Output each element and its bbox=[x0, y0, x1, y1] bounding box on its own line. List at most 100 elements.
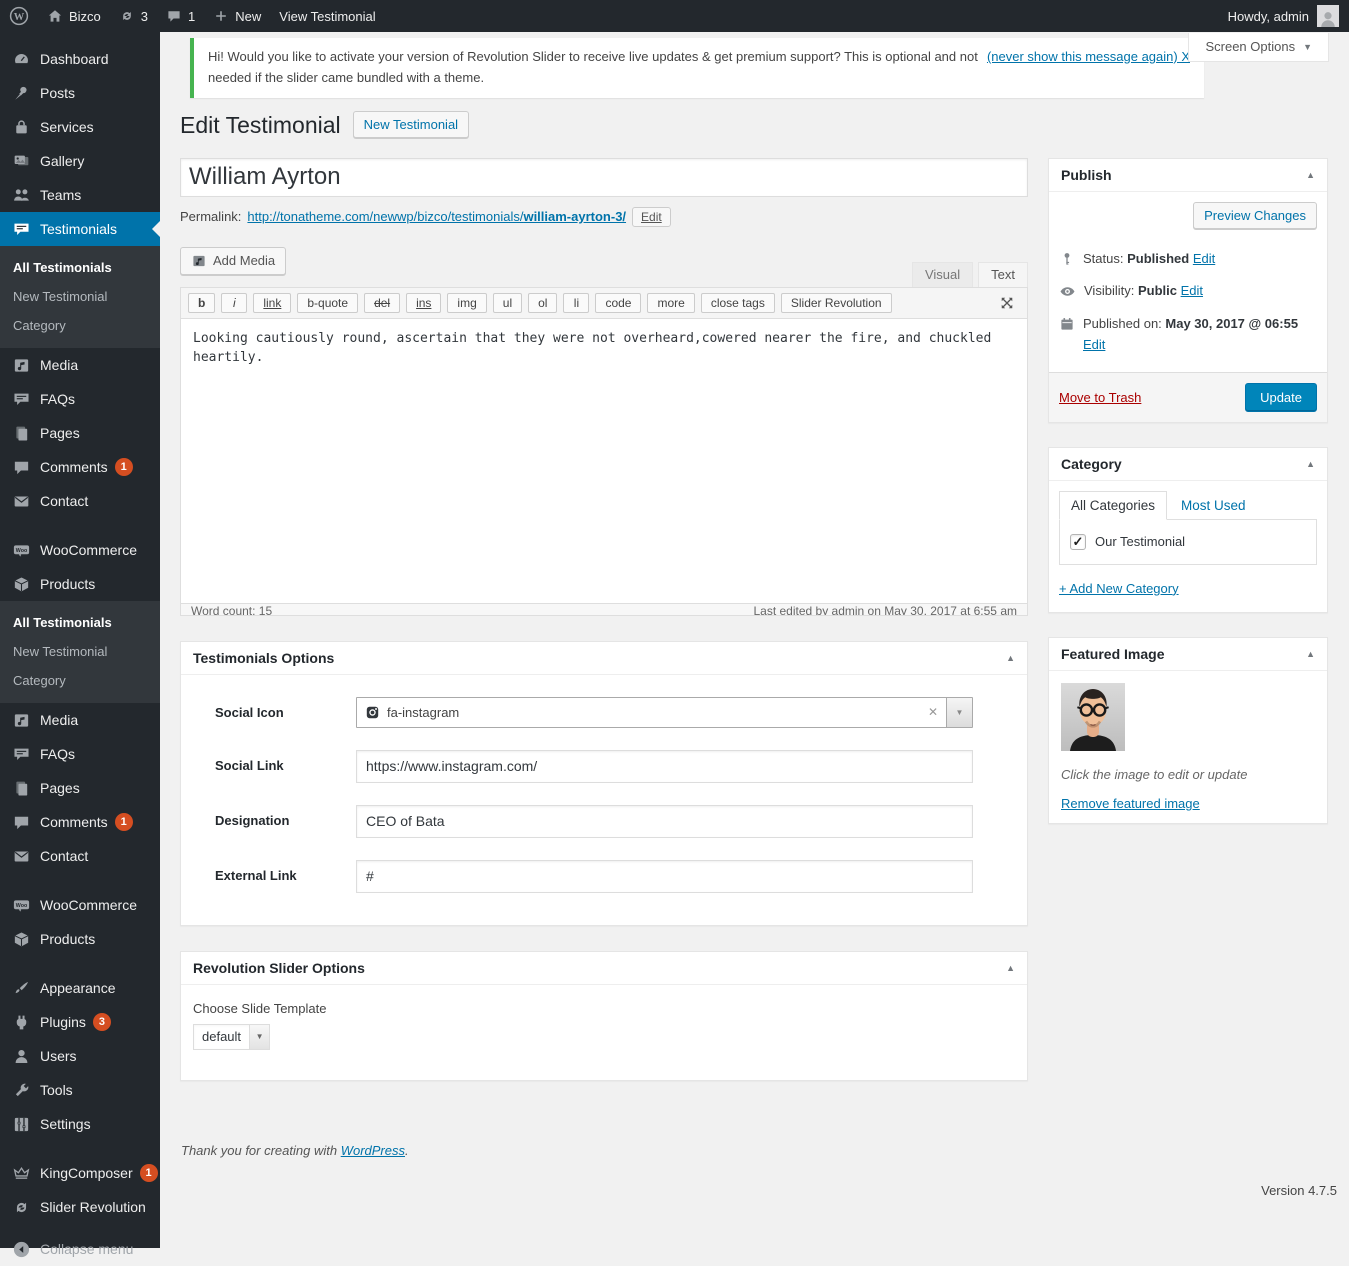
edit-permalink-button[interactable]: Edit bbox=[632, 207, 671, 227]
add-new-category-link[interactable]: + Add New Category bbox=[1059, 581, 1179, 596]
featured-image-header[interactable]: Featured Image ▲ bbox=[1049, 638, 1327, 671]
sidebar-item-category[interactable]: Category bbox=[0, 666, 160, 695]
slider-revolution-button[interactable]: Slider Revolution bbox=[781, 293, 892, 313]
sidebar-item-products[interactable]: Products bbox=[0, 922, 160, 956]
link-button[interactable]: link bbox=[253, 293, 291, 313]
img-button[interactable]: img bbox=[447, 293, 486, 313]
revolution-slider-options-header[interactable]: Revolution Slider Options ▲ bbox=[181, 952, 1027, 985]
brush-icon bbox=[12, 979, 31, 998]
blockquote-button[interactable]: b-quote bbox=[297, 293, 358, 313]
tab-all-categories[interactable]: All Categories bbox=[1059, 491, 1167, 520]
close-tags-button[interactable]: close tags bbox=[701, 293, 775, 313]
collapse-toggle-icon[interactable]: ▲ bbox=[1006, 963, 1015, 973]
collapse-toggle-icon[interactable]: ▲ bbox=[1306, 459, 1315, 469]
admin-bar-comments[interactable]: 1 bbox=[157, 0, 204, 32]
sidebar-item-category[interactable]: Category bbox=[0, 311, 160, 340]
sidebar-item-gallery[interactable]: Gallery bbox=[0, 144, 160, 178]
tab-text[interactable]: Text bbox=[978, 262, 1028, 287]
category-checkbox[interactable]: ✓ bbox=[1070, 534, 1086, 550]
move-to-trash-link[interactable]: Move to Trash bbox=[1059, 390, 1141, 405]
remove-featured-image-link[interactable]: Remove featured image bbox=[1061, 796, 1200, 811]
sidebar-item-tools[interactable]: Tools bbox=[0, 1073, 160, 1107]
edit-published-link[interactable]: Edit bbox=[1083, 337, 1105, 352]
sidebar-item-all-testimonials[interactable]: All Testimonials bbox=[0, 253, 160, 282]
external-link-input[interactable] bbox=[356, 860, 973, 893]
edit-status-link[interactable]: Edit bbox=[1193, 251, 1215, 266]
chevron-down-icon: ▼ bbox=[956, 708, 964, 717]
never-show-again-link[interactable]: (never show this message again) X bbox=[987, 47, 1190, 68]
featured-image-thumbnail[interactable] bbox=[1061, 683, 1125, 751]
sidebar-item-services[interactable]: Services bbox=[0, 110, 160, 144]
tab-visual[interactable]: Visual bbox=[912, 262, 973, 287]
del-button[interactable]: del bbox=[364, 293, 400, 313]
admin-bar-site-name[interactable]: Bizco bbox=[38, 0, 110, 32]
social-link-input[interactable] bbox=[356, 750, 973, 783]
testimonials-options-header[interactable]: Testimonials Options ▲ bbox=[181, 642, 1027, 675]
permalink-link[interactable]: http://tonatheme.com/newwp/bizco/testimo… bbox=[247, 209, 626, 224]
post-title-input[interactable] bbox=[180, 158, 1028, 197]
designation-input[interactable] bbox=[356, 805, 973, 838]
slide-template-select[interactable]: default ▼ bbox=[193, 1024, 270, 1050]
tab-most-used[interactable]: Most Used bbox=[1167, 492, 1260, 519]
sidebar-item-kingcomposer[interactable]: KingComposer1 bbox=[0, 1156, 160, 1190]
sidebar-item-all-testimonials[interactable]: All Testimonials bbox=[0, 608, 160, 637]
li-button[interactable]: li bbox=[563, 293, 589, 313]
collapse-toggle-icon[interactable]: ▲ bbox=[1006, 653, 1015, 663]
sidebar-item-testimonials[interactable]: Testimonials bbox=[0, 212, 160, 246]
collapse-toggle-icon[interactable]: ▲ bbox=[1306, 649, 1315, 659]
italic-button[interactable]: i bbox=[221, 293, 247, 313]
sidebar-item-slider-revolution[interactable]: Slider Revolution bbox=[0, 1190, 160, 1224]
sidebar-item-products[interactable]: Products bbox=[0, 567, 160, 601]
admin-bar-updates[interactable]: 3 bbox=[110, 0, 157, 32]
admin-bar-new[interactable]: New bbox=[204, 0, 270, 32]
bold-button[interactable]: b bbox=[188, 293, 215, 313]
edit-visibility-link[interactable]: Edit bbox=[1181, 283, 1203, 298]
sidebar-item-teams[interactable]: Teams bbox=[0, 178, 160, 212]
editor-textarea[interactable]: Looking cautiously round, ascertain that… bbox=[181, 319, 1027, 603]
sidebar-item-comments[interactable]: Comments1 bbox=[0, 450, 160, 484]
sidebar-item-plugins[interactable]: Plugins3 bbox=[0, 1005, 160, 1039]
collapse-toggle-icon[interactable]: ▲ bbox=[1306, 170, 1315, 180]
sidebar-item-dashboard[interactable]: Dashboard bbox=[0, 42, 160, 76]
bag-icon bbox=[12, 118, 31, 137]
update-button[interactable]: Update bbox=[1245, 383, 1317, 412]
preview-changes-button[interactable]: Preview Changes bbox=[1193, 202, 1317, 229]
admin-bar-view-testimonial[interactable]: View Testimonial bbox=[270, 0, 384, 32]
sidebar-item-media[interactable]: Media bbox=[0, 703, 160, 737]
clear-icon[interactable]: ✕ bbox=[920, 705, 946, 719]
sidebar-item-appearance[interactable]: Appearance bbox=[0, 971, 160, 1005]
category-header[interactable]: Category ▲ bbox=[1049, 448, 1327, 481]
dropdown-toggle[interactable]: ▼ bbox=[946, 698, 972, 727]
sidebar-item-faqs[interactable]: FAQs bbox=[0, 382, 160, 416]
sidebar-item-label: Dashboard bbox=[40, 51, 109, 67]
fullscreen-icon[interactable] bbox=[999, 294, 1015, 311]
add-media-button[interactable]: Add Media bbox=[180, 247, 286, 275]
sidebar-item-comments[interactable]: Comments1 bbox=[0, 805, 160, 839]
admin-bar-account[interactable]: Howdy, admin bbox=[1228, 5, 1349, 27]
ins-button[interactable]: ins bbox=[406, 293, 441, 313]
sidebar-item-new-testimonial[interactable]: New Testimonial bbox=[0, 637, 160, 666]
wordpress-logo-menu[interactable] bbox=[0, 0, 38, 32]
ul-button[interactable]: ul bbox=[493, 293, 522, 313]
ol-button[interactable]: ol bbox=[528, 293, 557, 313]
wordpress-link[interactable]: WordPress bbox=[341, 1143, 405, 1158]
sidebar-item-settings[interactable]: Settings bbox=[0, 1107, 160, 1141]
social-icon-select[interactable]: fa-instagram ✕ ▼ bbox=[356, 697, 973, 728]
publish-header[interactable]: Publish ▲ bbox=[1049, 159, 1327, 192]
sidebar-item-faqs[interactable]: FAQs bbox=[0, 737, 160, 771]
sidebar-item-woocommerce[interactable]: WooCommerce bbox=[0, 888, 160, 922]
sidebar-item-woocommerce[interactable]: WooCommerce bbox=[0, 533, 160, 567]
sidebar-item-pages[interactable]: Pages bbox=[0, 771, 160, 805]
sidebar-item-users[interactable]: Users bbox=[0, 1039, 160, 1073]
sidebar-item-contact[interactable]: Contact bbox=[0, 484, 160, 518]
code-button[interactable]: code bbox=[595, 293, 641, 313]
sidebar-item-media[interactable]: Media bbox=[0, 348, 160, 382]
sidebar-item-contact[interactable]: Contact bbox=[0, 839, 160, 873]
screen-options-button[interactable]: Screen Options ▼ bbox=[1188, 33, 1329, 62]
sidebar-item-posts[interactable]: Posts bbox=[0, 76, 160, 110]
sidebar-item-pages[interactable]: Pages bbox=[0, 416, 160, 450]
sidebar-collapse-menu[interactable]: Collapse menu bbox=[0, 1232, 160, 1266]
more-button[interactable]: more bbox=[647, 293, 694, 313]
sidebar-item-new-testimonial[interactable]: New Testimonial bbox=[0, 282, 160, 311]
new-testimonial-button[interactable]: New Testimonial bbox=[353, 111, 469, 138]
